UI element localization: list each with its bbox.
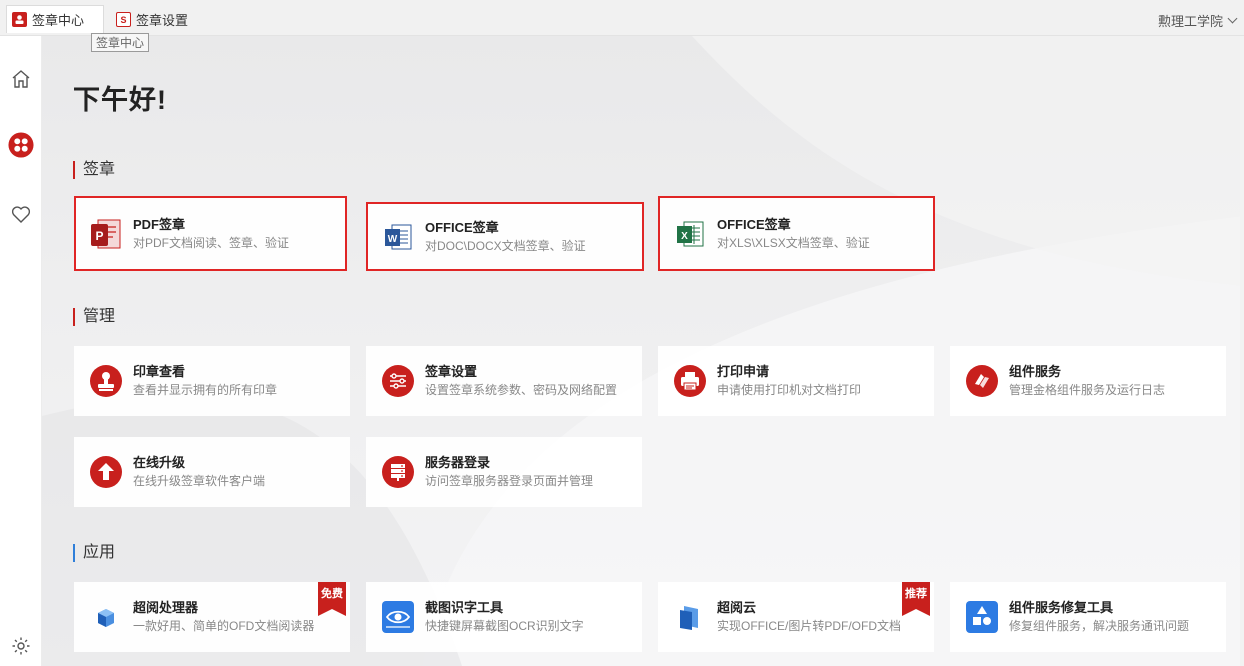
card-component-repair[interactable]: 组件服务修复工具修复组件服务，解决服务通讯问题 xyxy=(950,582,1226,652)
word-icon: W xyxy=(381,220,415,254)
tab-sign-center[interactable]: 签章中心 xyxy=(6,5,104,33)
card-ocr-tool[interactable]: 截图识字工具快捷键屏幕截图OCR识别文字 xyxy=(366,582,642,652)
card-desc: 对DOC\DOCX文档签章、验证 xyxy=(425,238,586,253)
free-badge: 免费 xyxy=(318,582,346,616)
card-print-request[interactable]: 打印申请申请使用打印机对文档打印 xyxy=(658,346,934,416)
tab-label: 签章设置 xyxy=(136,12,189,28)
card-title: PDF签章 xyxy=(133,216,186,232)
left-sidebar xyxy=(0,36,42,666)
pdf-icon: P xyxy=(89,217,123,251)
cloud-doc-icon xyxy=(673,600,707,634)
tab-sign-settings[interactable]: S 签章设置 xyxy=(112,5,188,33)
card-desc: 快捷键屏幕截图OCR识别文字 xyxy=(425,619,584,633)
card-title: 打印申请 xyxy=(717,364,770,379)
card-desc: 一款好用、简单的OFD文档阅读器 xyxy=(133,619,315,633)
badge-label: 免费 xyxy=(321,588,343,600)
card-desc: 申请使用打印机对文档打印 xyxy=(717,383,862,397)
main-content: 下午好! 签章 P PDF签章对PDF文档阅读、签章、验证 W OFFICE签章… xyxy=(42,36,1244,666)
card-title: 印章查看 xyxy=(133,364,186,379)
card-excel-sign[interactable]: X OFFICE签章对XLS\XLSX文档签章、验证 xyxy=(658,196,935,271)
section-title-sign: 签章 xyxy=(73,161,115,179)
card-online-upgrade[interactable]: 在线升级在线升级签章软件客户端 xyxy=(74,437,350,507)
sliders-icon xyxy=(381,364,415,398)
user-name: 勲理工学院 xyxy=(1157,14,1223,29)
upgrade-icon xyxy=(89,455,123,489)
card-title: OFFICE签章 xyxy=(425,219,499,235)
card-desc: 查看并显示拥有的所有印章 xyxy=(133,383,278,397)
favorites-icon[interactable] xyxy=(8,201,34,227)
user-menu[interactable]: 勲理工学院 xyxy=(1157,11,1238,30)
card-desc: 实现OFFICE/图片转PDF/OFD文档 xyxy=(717,619,901,633)
card-component-service[interactable]: 组件服务管理金格组件服务及运行日志 xyxy=(950,346,1226,416)
greeting: 下午好! xyxy=(73,85,167,115)
card-title: 组件服务 xyxy=(1009,364,1062,379)
printer-icon xyxy=(673,364,707,398)
card-title: 组件服务修复工具 xyxy=(1009,600,1114,615)
svg-text:X: X xyxy=(681,231,688,242)
card-desc: 访问签章服务器登录页面并管理 xyxy=(425,474,594,488)
excel-icon: X xyxy=(673,217,707,251)
chevron-down-icon xyxy=(1227,13,1238,24)
card-chaoyue-cloud[interactable]: 超阅云实现OFFICE/图片转PDF/OFD文档 推荐 xyxy=(658,582,934,652)
card-server-login[interactable]: 服务器登录访问签章服务器登录页面并管理 xyxy=(366,437,642,507)
settings-icon[interactable] xyxy=(8,633,34,659)
server-icon xyxy=(381,455,415,489)
card-ofd-reader[interactable]: 超阅处理器一款好用、简单的OFD文档阅读器 免费 xyxy=(74,582,350,652)
stamp-icon xyxy=(89,364,123,398)
section-title-apps: 应用 xyxy=(73,544,115,562)
repair-shapes-icon xyxy=(965,600,999,634)
badge-label: 推荐 xyxy=(905,588,927,600)
card-desc: 设置签章系统参数、密码及网络配置 xyxy=(425,383,618,397)
card-title: 超阅云 xyxy=(717,600,757,615)
ocr-eye-icon xyxy=(381,600,415,634)
home-icon[interactable] xyxy=(8,66,34,92)
card-desc: 管理金格组件服务及运行日志 xyxy=(1009,383,1166,397)
tab-bar: 签章中心 S 签章设置 勲理工学院 xyxy=(0,0,1244,36)
apps-icon[interactable] xyxy=(8,132,34,158)
card-desc: 对PDF文档阅读、签章、验证 xyxy=(133,235,290,250)
card-stamp-view[interactable]: 印章查看查看并显示拥有的所有印章 xyxy=(74,346,350,416)
recommend-badge: 推荐 xyxy=(902,582,930,616)
card-title: OFFICE签章 xyxy=(717,216,791,232)
ofd-reader-icon xyxy=(89,600,123,634)
card-title: 签章设置 xyxy=(425,364,478,379)
seal-settings-icon: S xyxy=(116,11,131,27)
card-desc: 在线升级签章软件客户端 xyxy=(133,474,266,488)
scrollbar[interactable] xyxy=(1240,36,1244,666)
card-title: 截图识字工具 xyxy=(425,600,504,615)
card-title: 在线升级 xyxy=(133,455,186,470)
card-title: 超阅处理器 xyxy=(133,600,199,615)
card-sign-settings[interactable]: 签章设置设置签章系统参数、密码及网络配置 xyxy=(366,346,642,416)
svg-text:S: S xyxy=(120,15,126,25)
service-icon xyxy=(965,364,999,398)
card-pdf-sign[interactable]: P PDF签章对PDF文档阅读、签章、验证 xyxy=(74,196,347,271)
card-title: 服务器登录 xyxy=(425,455,491,470)
card-word-sign[interactable]: W OFFICE签章对DOC\DOCX文档签章、验证 xyxy=(366,202,644,271)
card-desc: 对XLS\XLSX文档签章、验证 xyxy=(717,235,870,250)
tab-label: 签章中心 xyxy=(32,13,85,28)
card-desc: 修复组件服务，解决服务通讯问题 xyxy=(1009,619,1190,633)
seal-user-icon xyxy=(12,12,27,27)
svg-text:W: W xyxy=(388,234,398,245)
svg-text:P: P xyxy=(95,229,103,243)
section-title-manage: 管理 xyxy=(73,308,115,326)
tab-tooltip: 签章中心 xyxy=(91,33,150,52)
